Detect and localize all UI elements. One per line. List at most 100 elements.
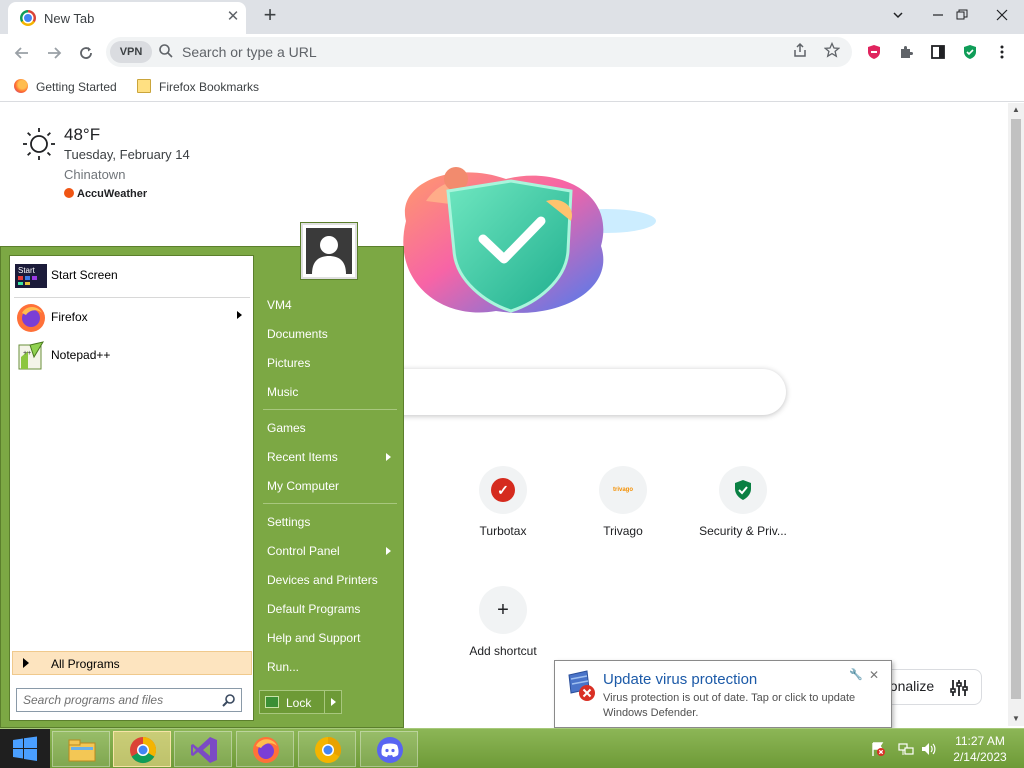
start-right-item-vm4[interactable]: VM4 [259,292,399,318]
start-right-item-games[interactable]: Games [259,415,399,441]
file-explorer-icon [68,739,96,762]
back-icon[interactable] [8,39,36,67]
shortcut-tile [719,466,767,514]
start-right-item-control-panel[interactable]: Control Panel [259,538,399,564]
start-menu-item-label: Firefox [51,310,88,324]
user-avatar[interactable] [301,223,357,279]
shortcut-tile: ✓ [479,466,527,514]
clock-date[interactable]: 2/14/2023 [940,750,1020,764]
notification-close-icon[interactable]: ✕ [867,668,881,682]
scroll-down-icon[interactable]: ▼ [1008,712,1024,726]
close-window-icon[interactable] [982,0,1022,30]
tab-close-icon[interactable]: ✕ [224,8,242,26]
url-input[interactable] [182,37,702,67]
notification-title: Update virus protection [603,671,758,688]
shortcut-turbotax[interactable]: ✓ Turbotax [447,466,559,546]
volume-icon[interactable] [920,741,936,757]
start-button[interactable] [0,729,50,768]
start-right-label: Games [267,421,306,435]
wrench-icon[interactable]: 🔧 [849,668,863,682]
shortcut-security-privacy[interactable]: Security & Priv... [687,466,799,546]
start-right-item-devices-printers[interactable]: Devices and Printers [259,567,399,593]
scroll-up-icon[interactable]: ▲ [1008,103,1024,117]
tab-title: New Tab [44,11,95,26]
firefox-item[interactable]: Firefox [14,300,250,336]
start-right-item-music[interactable]: Music [259,379,399,405]
taskbar-file-explorer[interactable] [52,731,110,767]
new-tab-button[interactable]: + [258,4,282,28]
bookmark-firefox-bookmarks[interactable]: Firefox Bookmarks [137,76,259,98]
reload-icon[interactable] [72,39,100,67]
restore-icon[interactable] [942,0,982,30]
start-right-item-settings[interactable]: Settings [259,509,399,535]
adblock-extension-icon[interactable] [863,41,885,63]
weather-location: Chinatown [64,167,126,182]
taskbar-chrome[interactable] [113,731,171,767]
notepadpp-icon: ++ [18,341,45,370]
accuweather-sun-icon [64,188,74,198]
all-programs-label: All Programs [51,657,120,671]
separator [14,297,250,298]
vpn-badge[interactable]: VPN [110,41,152,63]
action-center-flag-icon[interactable] [870,741,886,757]
firefox-icon [17,304,45,332]
bookmark-getting-started[interactable]: Getting Started [14,76,117,98]
share-icon[interactable] [790,42,810,62]
start-right-item-recent-items[interactable]: Recent Items [259,444,399,470]
side-panel-icon[interactable] [927,41,949,63]
add-shortcut-button[interactable]: + Add shortcut [447,586,559,666]
weather-temperature: 48°F [64,125,101,144]
shutdown-options-arrow[interactable] [324,690,342,714]
chrome-menu-icon[interactable] [991,41,1013,63]
defender-notification[interactable]: Update virus protection Virus protection… [554,660,892,738]
taskbar-firefox[interactable] [236,731,294,767]
scroll-thumb[interactable] [1011,119,1021,699]
page-scrollbar[interactable]: ▲ ▼ [1008,103,1024,726]
taskbar-discord[interactable] [360,731,418,767]
sun-icon [23,128,55,160]
defender-warning-icon [568,670,595,701]
lock-label: Lock [286,696,312,710]
tab-new-tab[interactable]: New Tab ✕ [8,2,246,34]
clock-time[interactable]: 11:27 AM [940,734,1020,748]
tab-search-icon[interactable] [878,0,918,30]
forward-icon[interactable] [40,39,68,67]
trivago-icon: trivago [612,487,633,493]
windows-logo-icon [13,736,37,761]
start-right-item-help-support[interactable]: Help and Support [259,625,399,651]
lock-button[interactable]: Lock [259,690,325,714]
search-icon[interactable] [222,693,236,707]
extensions-puzzle-icon[interactable] [895,41,917,63]
visual-studio-icon [191,737,217,763]
weather-date: Tuesday, February 14 [64,147,190,162]
sliders-icon [950,680,968,696]
lock-icon [265,696,279,708]
shortcut-tile: + [479,586,527,634]
start-right-label: Default Programs [267,602,361,616]
separator [263,503,397,504]
notepadpp-item[interactable]: ++ Notepad++ [14,338,250,374]
security-extension-icon[interactable] [959,41,981,63]
all-programs-item[interactable]: All Programs [12,651,252,675]
bookmark-star-icon[interactable] [822,41,842,62]
start-right-item-default-programs[interactable]: Default Programs [259,596,399,622]
start-right-item-my-computer[interactable]: My Computer [259,473,399,499]
start-right-label: VM4 [267,298,292,312]
start-right-label: Help and Support [267,631,361,645]
start-search-field[interactable] [16,688,242,712]
taskbar-chrome-canary[interactable] [298,731,356,767]
taskbar-visual-studio[interactable] [174,731,232,767]
start-right-label: Settings [267,515,311,529]
start-right-item-pictures[interactable]: Pictures [259,350,399,376]
address-bar[interactable]: VPN [106,37,852,67]
shortcut-trivago[interactable]: trivago Trivago [567,466,679,546]
chrome-favicon-icon [20,10,36,26]
shortcut-label: Security & Priv... [699,524,787,538]
start-screen-item[interactable]: Start Start Screen [14,258,250,294]
firefox-icon [253,737,279,763]
start-search-input[interactable] [23,691,213,709]
start-right-label: Pictures [267,356,311,370]
start-right-item-documents[interactable]: Documents [259,321,399,347]
network-icon[interactable] [898,741,914,757]
start-right-item-run[interactable]: Run... [259,654,399,680]
